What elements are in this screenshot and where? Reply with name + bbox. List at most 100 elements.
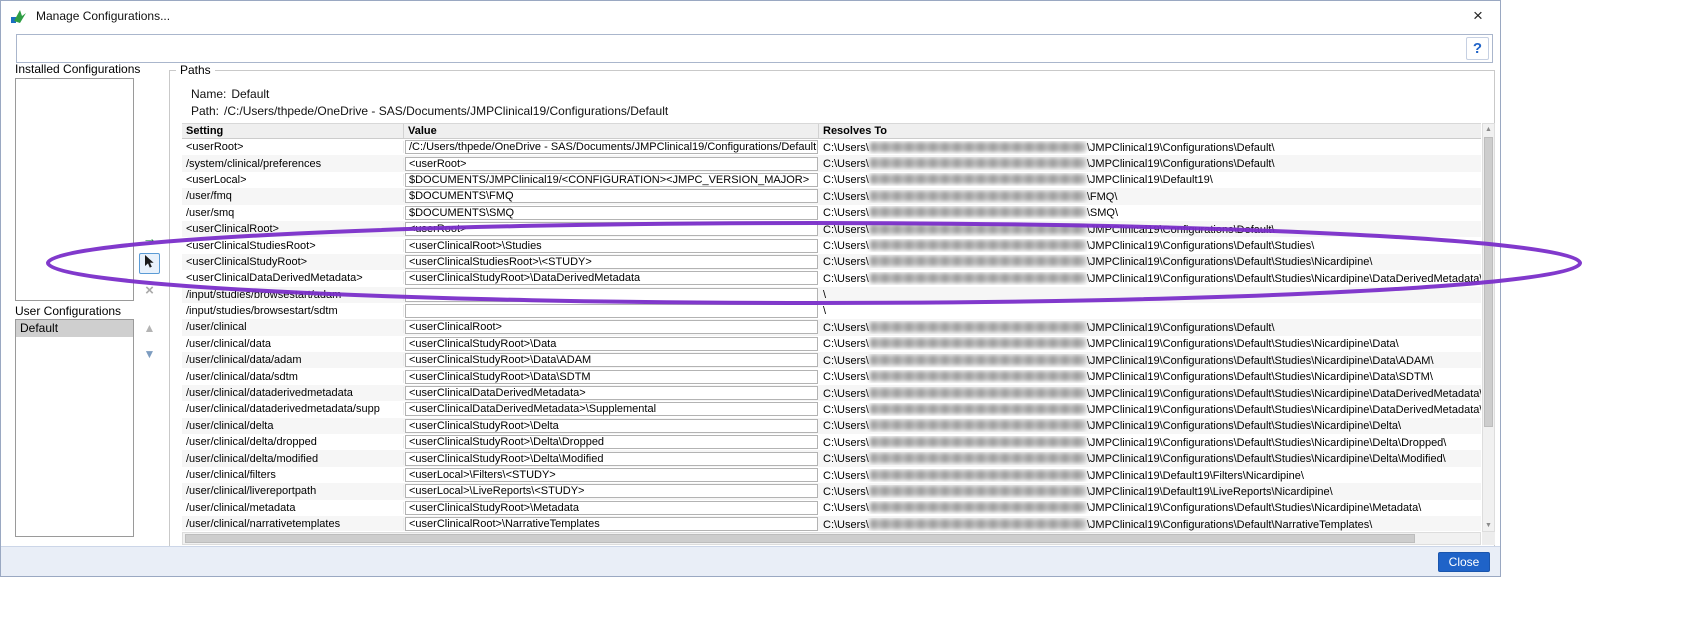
setting-cell[interactable]: /user/clinical/dataderivedmetadata xyxy=(182,387,404,399)
value-cell: <userClinicalStudyRoot>\Data\ADAM xyxy=(404,353,819,367)
value-input[interactable]: <userClinicalStudyRoot>\Metadata xyxy=(405,501,818,515)
setting-cell[interactable]: /user/clinical/metadata xyxy=(182,502,404,514)
setting-cell[interactable]: <userClinicalDataDerivedMetadata> xyxy=(182,272,404,284)
redacted-text xyxy=(870,174,1086,184)
setting-cell[interactable]: /user/clinical/dataderivedmetadata/supp xyxy=(182,403,404,415)
user-configurations-list[interactable]: Default xyxy=(15,319,134,537)
value-input[interactable]: <userClinicalStudyRoot>\Delta\Dropped xyxy=(405,435,818,449)
value-cell: /C:/Users/thpede/OneDrive - SAS/Document… xyxy=(404,140,819,154)
column-header-resolves-to[interactable]: Resolves To xyxy=(819,124,1481,138)
setting-cell[interactable]: /input/studies/browsestart/adam xyxy=(182,289,404,301)
value-cell: <userClinicalStudiesRoot>\<STUDY> xyxy=(404,255,819,269)
value-cell xyxy=(404,288,819,302)
value-input[interactable]: /C:/Users/thpede/OneDrive - SAS/Document… xyxy=(405,140,818,154)
select-configuration-button[interactable] xyxy=(139,253,160,274)
table-row: /user/fmq $DOCUMENTS\FMQ C:\Users\\FMQ\ xyxy=(182,188,1481,204)
value-input[interactable]: $DOCUMENTS/JMPClinical19/<CONFIGURATION>… xyxy=(405,173,818,187)
value-cell: <userClinicalRoot> xyxy=(404,320,819,334)
list-item[interactable]: Default xyxy=(16,320,133,337)
column-header-value[interactable]: Value xyxy=(404,124,819,138)
value-input[interactable]: <userLocal>\LiveReports\<STUDY> xyxy=(405,484,818,498)
installed-configurations-list[interactable] xyxy=(15,78,134,301)
table-row: /user/clinical/data/sdtm <userClinicalSt… xyxy=(182,368,1481,384)
close-button[interactable]: Close xyxy=(1438,552,1490,572)
redacted-text xyxy=(870,191,1086,201)
resolves-to-cell: C:\Users\\JMPClinical19\Default19\LiveRe… xyxy=(819,485,1481,498)
value-input[interactable] xyxy=(405,304,818,318)
scroll-up-icon[interactable]: ▲ xyxy=(1483,124,1494,135)
value-input[interactable]: <userClinicalStudyRoot>\DataDerivedMetad… xyxy=(405,271,818,285)
add-configuration-button[interactable]: → xyxy=(139,227,160,248)
value-input[interactable]: <userClinicalStudyRoot>\Data\SDTM xyxy=(405,370,818,384)
close-icon[interactable]: × xyxy=(1462,3,1494,29)
table-row: /user/clinical/data/adam <userClinicalSt… xyxy=(182,352,1481,368)
value-cell: <userRoot> xyxy=(404,222,819,236)
horizontal-scrollbar[interactable] xyxy=(182,532,1481,545)
setting-cell[interactable]: /user/smq xyxy=(182,207,404,219)
value-input[interactable]: <userClinicalDataDerivedMetadata> xyxy=(405,386,818,400)
setting-cell[interactable]: /user/clinical xyxy=(182,321,404,333)
redacted-text xyxy=(870,470,1086,480)
redacted-text xyxy=(870,437,1086,447)
value-input[interactable]: <userLocal>\Filters\<STUDY> xyxy=(405,468,818,482)
resolves-to-cell: C:\Users\\JMPClinical19\Configurations\D… xyxy=(819,272,1481,285)
help-button[interactable]: ? xyxy=(1466,37,1489,60)
resolves-to-cell: C:\Users\\JMPClinical19\Configurations\D… xyxy=(819,321,1481,334)
table-row: /user/clinical/delta/modified <userClini… xyxy=(182,450,1481,466)
value-input[interactable]: <userClinicalStudiesRoot>\<STUDY> xyxy=(405,255,818,269)
setting-cell[interactable]: /user/clinical/delta xyxy=(182,420,404,432)
value-cell: <userLocal>\LiveReports\<STUDY> xyxy=(404,484,819,498)
value-input[interactable]: $DOCUMENTS\SMQ xyxy=(405,206,818,220)
setting-cell[interactable]: <userClinicalStudiesRoot> xyxy=(182,240,404,252)
move-down-button[interactable]: ▼ xyxy=(139,343,160,364)
setting-cell[interactable]: /user/clinical/filters xyxy=(182,469,404,481)
value-cell: <userClinicalStudyRoot>\Metadata xyxy=(404,501,819,515)
redacted-text xyxy=(870,158,1086,168)
value-input[interactable] xyxy=(405,288,818,302)
resolves-to-cell: C:\Users\\JMPClinical19\Configurations\D… xyxy=(819,239,1481,252)
value-input[interactable]: <userClinicalRoot>\NarrativeTemplates xyxy=(405,517,818,531)
value-input[interactable]: <userClinicalDataDerivedMetadata>\Supple… xyxy=(405,402,818,416)
horizontal-scroll-thumb[interactable] xyxy=(185,534,1415,543)
value-cell: <userClinicalDataDerivedMetadata> xyxy=(404,386,819,400)
value-input[interactable]: <userClinicalRoot>\Studies xyxy=(405,239,818,253)
redacted-text xyxy=(870,355,1086,365)
setting-cell[interactable]: /user/clinical/narrativetemplates xyxy=(182,518,404,530)
value-cell: <userClinicalStudyRoot>\Delta\Modified xyxy=(404,452,819,466)
setting-cell[interactable]: /user/clinical/data xyxy=(182,338,404,350)
setting-cell[interactable]: /user/clinical/delta/dropped xyxy=(182,436,404,448)
setting-cell[interactable]: /system/clinical/preferences xyxy=(182,158,404,170)
setting-cell[interactable]: /user/clinical/livereportpath xyxy=(182,485,404,497)
value-input[interactable]: <userRoot> xyxy=(405,222,818,236)
setting-cell[interactable]: /user/clinical/data/adam xyxy=(182,354,404,366)
value-input[interactable]: <userClinicalStudyRoot>\Delta xyxy=(405,419,818,433)
vertical-scrollbar[interactable]: ▲ ▼ xyxy=(1482,123,1495,532)
delete-configuration-button[interactable]: × xyxy=(139,280,160,301)
value-input[interactable]: <userClinicalStudyRoot>\Data xyxy=(405,337,818,351)
move-up-button[interactable]: ▲ xyxy=(139,317,160,338)
value-input[interactable]: <userRoot> xyxy=(405,157,818,171)
table-row: /user/smq $DOCUMENTS\SMQ C:\Users\\SMQ\ xyxy=(182,205,1481,221)
setting-cell[interactable]: <userClinicalStudyRoot> xyxy=(182,256,404,268)
value-input[interactable]: <userClinicalStudyRoot>\Data\ADAM xyxy=(405,353,818,367)
vertical-scroll-thumb[interactable] xyxy=(1484,137,1493,427)
value-input[interactable]: <userClinicalStudyRoot>\Delta\Modified xyxy=(405,452,818,466)
setting-cell[interactable]: /user/clinical/data/sdtm xyxy=(182,371,404,383)
resolves-to-cell: C:\Users\\SMQ\ xyxy=(819,206,1481,219)
value-cell: <userClinicalRoot>\Studies xyxy=(404,239,819,253)
value-input[interactable]: $DOCUMENTS\FMQ xyxy=(405,189,818,203)
column-header-setting[interactable]: Setting xyxy=(182,124,404,138)
table-row: /input/studies/browsestart/adam \ xyxy=(182,287,1481,303)
setting-cell[interactable]: <userClinicalRoot> xyxy=(182,223,404,235)
setting-cell[interactable]: /user/fmq xyxy=(182,190,404,202)
setting-cell[interactable]: /user/clinical/delta/modified xyxy=(182,453,404,465)
resolves-to-cell: C:\Users\\JMPClinical19\Configurations\D… xyxy=(819,518,1481,531)
setting-cell[interactable]: <userRoot> xyxy=(182,141,404,153)
setting-cell[interactable]: <userLocal> xyxy=(182,174,404,186)
toolbar-strip: ? xyxy=(16,34,1493,63)
value-input[interactable]: <userClinicalRoot> xyxy=(405,320,818,334)
scroll-down-icon[interactable]: ▼ xyxy=(1483,520,1494,531)
setting-cell[interactable]: /input/studies/browsestart/sdtm xyxy=(182,305,404,317)
cursor-icon xyxy=(143,255,156,272)
resolves-to-cell: C:\Users\\JMPClinical19\Configurations\D… xyxy=(819,370,1481,383)
